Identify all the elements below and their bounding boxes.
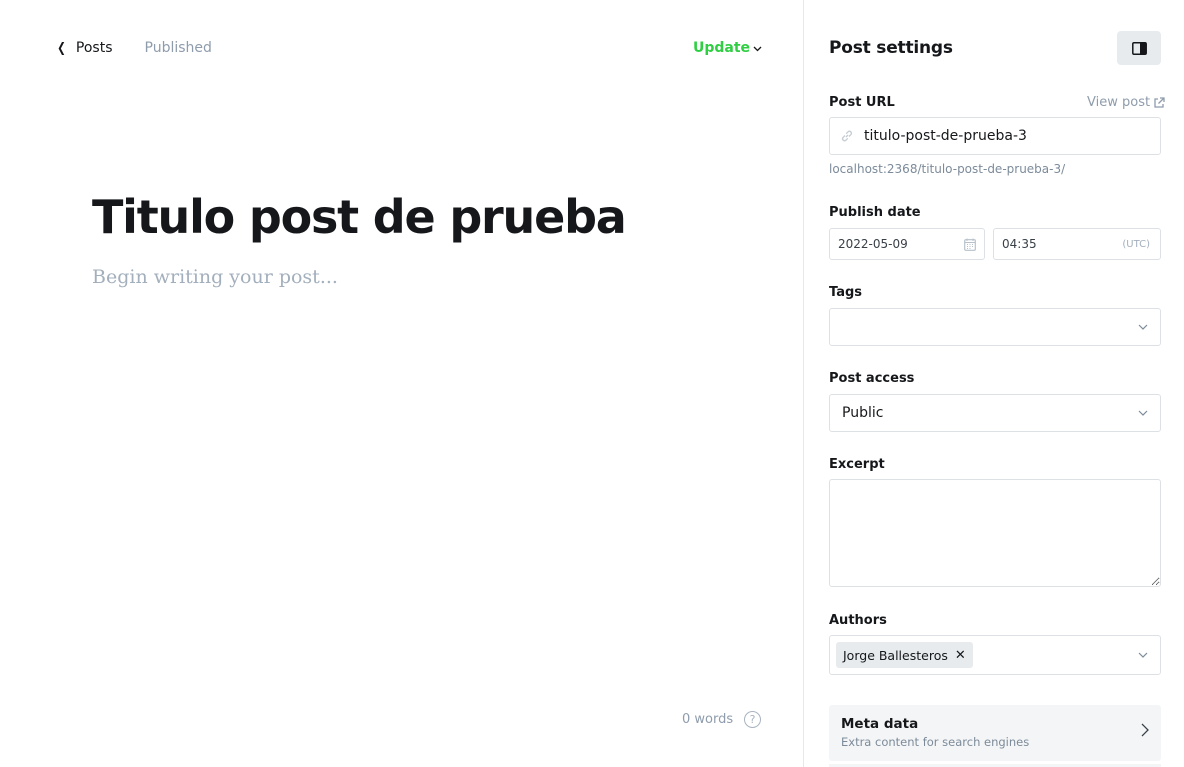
- tags-label: Tags: [829, 285, 863, 300]
- publish-date-label: Publish date: [829, 205, 921, 220]
- update-label: Update: [693, 40, 751, 56]
- post-access-label: Post access: [829, 371, 915, 386]
- excerpt-label: Excerpt: [829, 457, 885, 472]
- help-icon: ?: [749, 713, 756, 726]
- post-url-preview: localhost:2368/titulo-post-de-prueba-3/: [829, 162, 1066, 176]
- publish-time-input[interactable]: [1002, 237, 1102, 251]
- sidebar-title: Post settings: [829, 38, 953, 58]
- post-url-input[interactable]: [864, 128, 1144, 144]
- post-url-label: Post URL: [829, 95, 895, 110]
- publish-date-field: [829, 228, 985, 260]
- publish-time-field: (UTC): [993, 228, 1161, 260]
- post-access-value: Public: [842, 405, 884, 421]
- chevron-down-icon: [753, 46, 762, 52]
- update-button[interactable]: Update: [693, 40, 762, 56]
- word-count: 0 words: [682, 712, 734, 727]
- tags-select[interactable]: [829, 308, 1161, 346]
- author-name: Jorge Ballesteros: [843, 647, 948, 663]
- close-icon[interactable]: ✕: [955, 648, 966, 663]
- sidebar-toggle-button[interactable]: [1117, 31, 1161, 65]
- timezone-label: (UTC): [1122, 238, 1150, 250]
- chevron-down-icon: [1138, 410, 1148, 416]
- external-link-icon: [1154, 96, 1165, 108]
- editor-topbar: ❮ Posts Published: [56, 40, 212, 56]
- back-label: Posts: [75, 40, 113, 56]
- authors-select[interactable]: Jorge Ballesteros ✕: [829, 635, 1161, 675]
- meta-data-description: Extra content for search engines: [841, 735, 1030, 749]
- sidebar-toggle-icon: [1131, 41, 1147, 55]
- view-post-label: View post: [1087, 95, 1151, 110]
- meta-data-card[interactable]: Meta data Extra content for search engin…: [829, 705, 1161, 761]
- publish-date-input[interactable]: [838, 237, 938, 251]
- view-post-link[interactable]: View post: [1087, 95, 1165, 110]
- author-chip: Jorge Ballesteros ✕: [836, 642, 973, 668]
- post-title[interactable]: Titulo post de prueba: [92, 190, 627, 244]
- chevron-right-icon: [1141, 723, 1149, 737]
- chevron-down-icon: [1138, 652, 1148, 658]
- post-settings-sidebar: Post settings Post URL View post localho…: [803, 0, 1184, 767]
- back-to-posts-link[interactable]: ❮ Posts: [56, 40, 113, 56]
- chevron-down-icon: [1138, 324, 1148, 330]
- post-body-editor[interactable]: Begin writing your post...: [92, 266, 338, 288]
- help-button[interactable]: ?: [744, 711, 761, 728]
- excerpt-textarea[interactable]: [829, 479, 1161, 587]
- post-access-select[interactable]: Public: [829, 394, 1161, 432]
- meta-data-title: Meta data: [841, 716, 919, 732]
- link-icon: [841, 130, 853, 142]
- chevron-left-icon: ❮: [57, 40, 66, 56]
- authors-label: Authors: [829, 613, 887, 628]
- post-status: Published: [144, 40, 212, 56]
- editor-pane: ❮ Posts Published Update Titulo post de …: [0, 0, 803, 767]
- calendar-icon[interactable]: [964, 238, 976, 251]
- post-url-field: [829, 117, 1161, 155]
